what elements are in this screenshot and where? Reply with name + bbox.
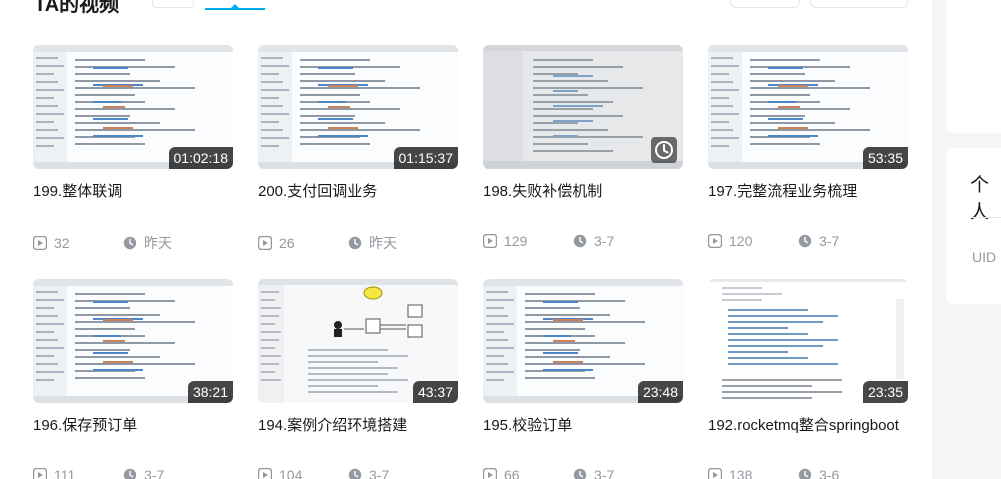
video-duration: 53:35 bbox=[862, 147, 908, 169]
clock-icon bbox=[573, 234, 587, 248]
view-count-value: 129 bbox=[504, 233, 528, 249]
video-thumbnail[interactable] bbox=[483, 45, 683, 169]
video-card[interactable]: 43:37 194.案例介绍环境搭建 104 3-7 bbox=[258, 279, 458, 479]
view-count: 26 bbox=[258, 235, 348, 251]
video-title[interactable]: 197.完整流程业务梳理 bbox=[708, 179, 908, 229]
upload-date: 3-7 bbox=[123, 467, 164, 479]
upload-date-value: 3-6 bbox=[819, 467, 840, 479]
video-title[interactable]: 194.案例介绍环境搭建 bbox=[258, 413, 458, 463]
video-stats: 111 3-7 bbox=[33, 467, 233, 479]
upload-date-value: 3-7 bbox=[594, 467, 615, 479]
upload-date-value: 3-7 bbox=[819, 233, 840, 249]
view-count-value: 111 bbox=[54, 467, 76, 479]
video-card[interactable]: 01:02:18 199.整体联调 32 昨天 bbox=[33, 45, 233, 253]
video-duration: 01:15:37 bbox=[393, 147, 458, 169]
view-count-value: 104 bbox=[279, 467, 303, 479]
view-count: 104 bbox=[258, 467, 348, 479]
video-duration: 43:37 bbox=[412, 381, 458, 403]
top-action-button-2[interactable] bbox=[810, 0, 908, 8]
clock-icon bbox=[798, 234, 812, 248]
video-title[interactable]: 200.支付回调业务 bbox=[258, 179, 458, 229]
video-card[interactable]: 53:35 197.完整流程业务梳理 120 3-7 bbox=[708, 45, 908, 249]
play-count-icon bbox=[483, 468, 497, 479]
clock-icon bbox=[573, 468, 587, 479]
upload-date-value: 昨天 bbox=[369, 235, 397, 251]
video-stats: 32 昨天 bbox=[33, 233, 233, 253]
upload-date: 3-7 bbox=[798, 233, 839, 249]
video-card[interactable]: 198.失败补偿机制 129 3-7 bbox=[483, 45, 683, 249]
video-duration: 23:35 bbox=[862, 381, 908, 403]
clock-icon bbox=[123, 468, 137, 479]
view-count-value: 32 bbox=[54, 235, 70, 251]
view-count-value: 138 bbox=[729, 467, 753, 479]
video-thumbnail[interactable]: 38:21 bbox=[33, 279, 233, 403]
play-count-icon bbox=[708, 468, 722, 479]
video-card[interactable]: 01:15:37 200.支付回调业务 26 昨天 bbox=[258, 45, 458, 253]
video-duration: 23:48 bbox=[637, 381, 683, 403]
upload-date-value: 3-7 bbox=[369, 467, 390, 479]
video-thumbnail[interactable]: 01:02:18 bbox=[33, 45, 233, 169]
video-title[interactable]: 196.保存预订单 bbox=[33, 413, 233, 463]
video-duration: 38:21 bbox=[187, 381, 233, 403]
video-card[interactable]: 23:35 192.rocketmq整合springboot 138 3-6 bbox=[708, 279, 908, 479]
upload-date-value: 昨天 bbox=[144, 235, 172, 251]
section-title: TA的视频 bbox=[34, 0, 120, 16]
video-title[interactable]: 199.整体联调 bbox=[33, 179, 233, 229]
play-count-icon bbox=[33, 236, 47, 250]
video-stats: 26 昨天 bbox=[258, 233, 458, 253]
view-count: 66 bbox=[483, 467, 573, 479]
clock-icon bbox=[798, 468, 812, 479]
upload-date-value: 3-7 bbox=[594, 233, 615, 249]
sidebar-card-top bbox=[946, 0, 1001, 133]
video-stats: 138 3-6 bbox=[708, 467, 908, 479]
top-action-button-1[interactable] bbox=[730, 0, 800, 8]
sort-dropdown[interactable] bbox=[152, 0, 194, 8]
video-title[interactable]: 195.校验订单 bbox=[483, 413, 683, 463]
video-thumbnail[interactable]: 23:35 bbox=[708, 279, 908, 403]
play-count-icon bbox=[483, 234, 497, 248]
upload-date-value: 3-7 bbox=[144, 467, 165, 479]
video-list-panel: TA的视频 01:02:18 199.整体联调 32 昨天 01:15:37 2… bbox=[0, 0, 932, 479]
upload-date: 3-7 bbox=[573, 233, 614, 249]
sidebar-heading: 个人 bbox=[970, 175, 990, 223]
active-tab-indicator bbox=[205, 4, 265, 10]
upload-date: 3-7 bbox=[573, 467, 614, 479]
video-stats: 104 3-7 bbox=[258, 467, 458, 479]
video-thumbnail[interactable]: 23:48 bbox=[483, 279, 683, 403]
video-card[interactable]: 38:21 196.保存预订单 111 3-7 bbox=[33, 279, 233, 479]
video-stats: 120 3-7 bbox=[708, 233, 908, 249]
video-stats: 66 3-7 bbox=[483, 467, 683, 479]
upload-date: 3-6 bbox=[798, 467, 839, 479]
view-count-value: 66 bbox=[504, 467, 520, 479]
video-thumbnail[interactable]: 01:15:37 bbox=[258, 45, 458, 169]
video-title[interactable]: 192.rocketmq整合springboot bbox=[708, 413, 908, 463]
view-count: 138 bbox=[708, 467, 798, 479]
clock-icon bbox=[348, 236, 362, 250]
video-duration: 01:02:18 bbox=[168, 147, 233, 169]
video-title[interactable]: 198.失败补偿机制 bbox=[483, 179, 683, 229]
view-count: 129 bbox=[483, 233, 573, 249]
play-count-icon bbox=[33, 468, 47, 479]
upload-date: 3-7 bbox=[348, 467, 389, 479]
view-count: 120 bbox=[708, 233, 798, 249]
play-count-icon bbox=[258, 236, 272, 250]
upload-date: 昨天 bbox=[348, 233, 397, 253]
sidebar-uid-label: UID bbox=[972, 249, 997, 265]
view-count-value: 26 bbox=[279, 235, 295, 251]
video-stats: 129 3-7 bbox=[483, 233, 683, 249]
play-count-icon bbox=[258, 468, 272, 479]
view-count: 111 bbox=[33, 467, 123, 479]
view-count: 32 bbox=[33, 235, 123, 251]
video-card[interactable]: 23:48 195.校验订单 66 3-7 bbox=[483, 279, 683, 479]
left-edge-fragment bbox=[0, 0, 14, 479]
clock-icon bbox=[348, 468, 362, 479]
play-count-icon bbox=[708, 234, 722, 248]
video-thumbnail[interactable]: 53:35 bbox=[708, 45, 908, 169]
clock-icon bbox=[123, 236, 137, 250]
watch-later-icon[interactable] bbox=[651, 137, 677, 163]
video-thumbnail[interactable]: 43:37 bbox=[258, 279, 458, 403]
sidebar-divider bbox=[970, 217, 1001, 218]
upload-date: 昨天 bbox=[123, 233, 172, 253]
view-count-value: 120 bbox=[729, 233, 753, 249]
